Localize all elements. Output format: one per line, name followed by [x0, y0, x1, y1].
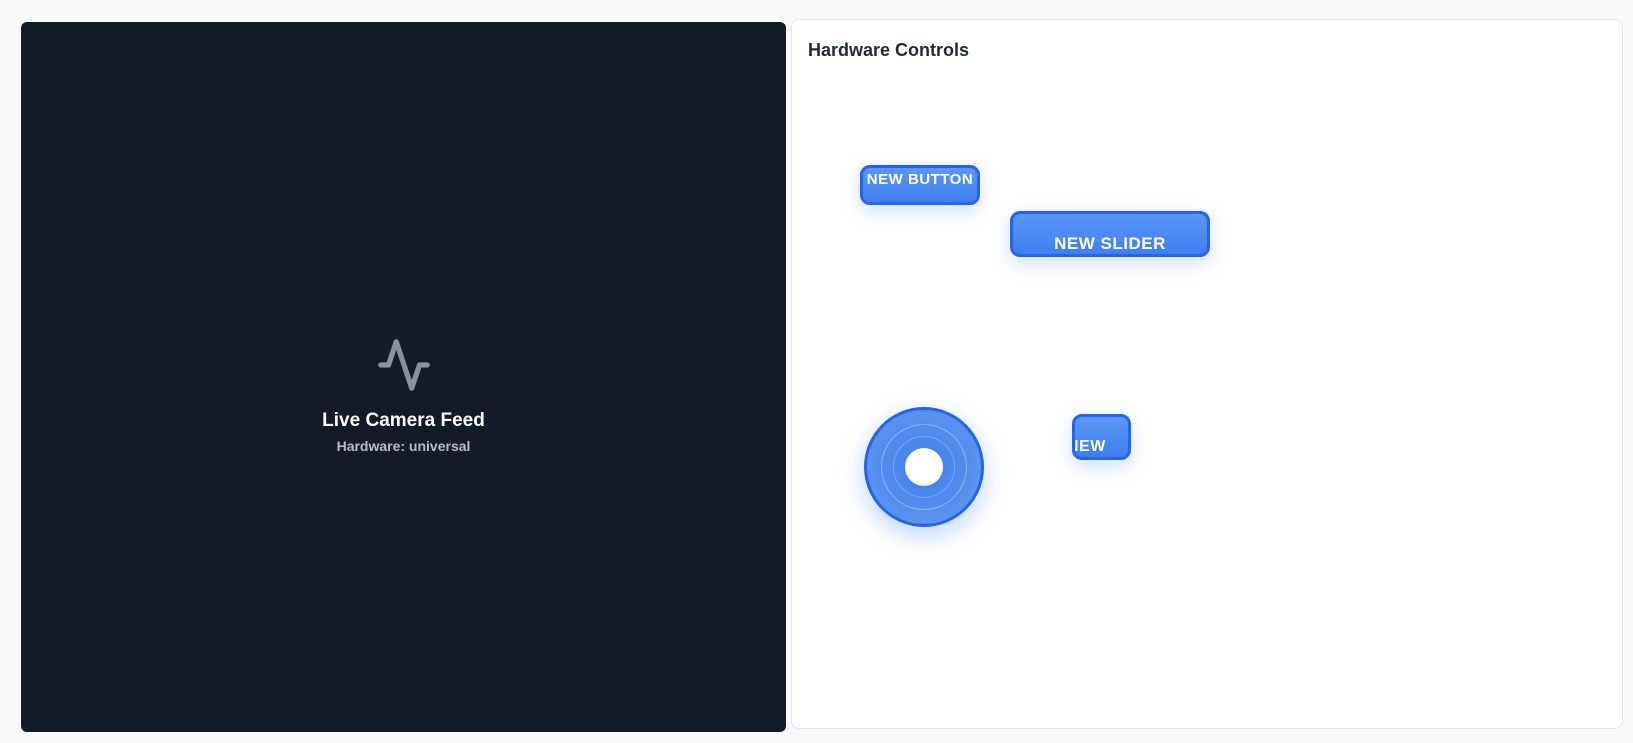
joystick-knob[interactable]: [905, 448, 943, 486]
joystick-control[interactable]: [864, 407, 984, 527]
new-button-control[interactable]: NEW BUTTON: [860, 165, 980, 205]
camera-feed-panel: Live Camera Feed Hardware: universal: [21, 22, 786, 732]
new-control-small[interactable]: NEW: [1072, 414, 1131, 460]
camera-placeholder: Live Camera Feed Hardware: universal: [21, 334, 786, 454]
new-slider-control[interactable]: NEW SLIDER: [1010, 211, 1210, 257]
camera-title: Live Camera Feed: [322, 410, 485, 431]
controls-title: Hardware Controls: [808, 40, 970, 60]
camera-hardware-label: Hardware: universal: [336, 438, 471, 454]
activity-pulse-icon: [377, 339, 430, 391]
hardware-controls-panel: Hardware Controls NEW BUTTON NEW SLIDER …: [791, 19, 1623, 729]
